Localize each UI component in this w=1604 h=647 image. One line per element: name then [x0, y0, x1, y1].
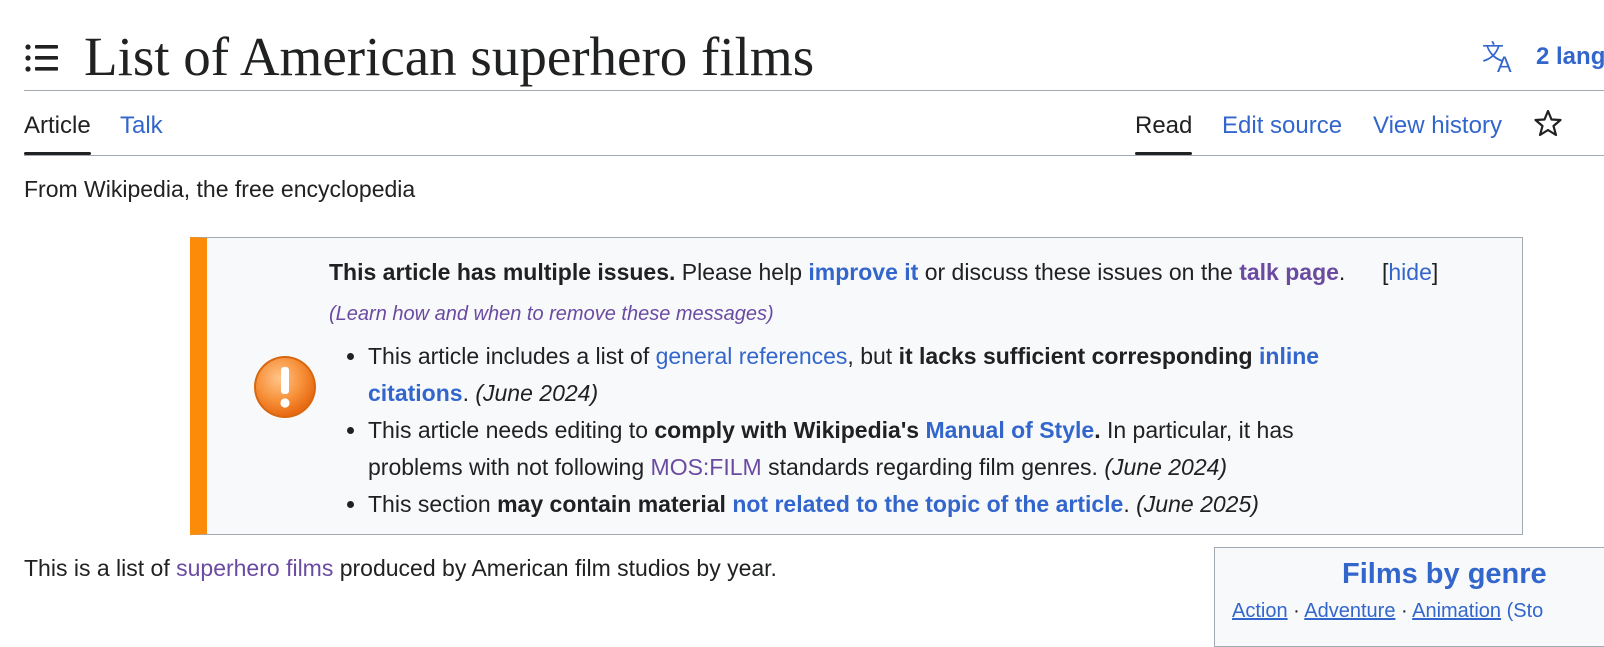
genre-box-title[interactable]: Films by genre: [1342, 558, 1547, 591]
separator: ·: [1287, 600, 1305, 622]
issues-intro-bold: This article has multiple issues.: [329, 259, 676, 285]
general-references-link[interactable]: general references: [656, 343, 848, 369]
issue-bold: may contain material: [497, 491, 726, 517]
mos-film-link[interactable]: MOS:FILM: [651, 454, 762, 480]
language-selector[interactable]: 文 A 2 lang: [1482, 38, 1604, 77]
issues-intro-text: .: [1338, 259, 1346, 285]
issue-text: This article includes a list of: [368, 343, 656, 369]
tab-read[interactable]: Read: [1135, 110, 1193, 155]
intro-text: produced by American film studios by yea…: [333, 555, 777, 581]
language-translate-icon: 文 A: [1482, 38, 1520, 77]
genre-link-partial[interactable]: (Sto: [1501, 600, 1544, 622]
issue-date: (June 2024): [1104, 454, 1228, 480]
issue-text: standards regarding film genres.: [761, 454, 1105, 480]
learn-how-link[interactable]: (Learn how and when to remove these mess…: [329, 303, 774, 325]
films-by-genre-box: Films by genre Action · Adventure · Anim…: [1214, 547, 1604, 647]
issue-text: .: [462, 380, 476, 406]
issue-text: .: [1123, 491, 1137, 517]
page-title: List of American superhero films: [84, 26, 815, 87]
issues-intro: This article has multiple issues. Please…: [329, 252, 1379, 334]
genre-link-adventure[interactable]: Adventure: [1304, 600, 1395, 622]
intro-text: This is a list of: [24, 555, 177, 581]
intro-paragraph: This is a list of superhero films produc…: [24, 553, 777, 583]
issue-item: This article needs editing to comply wit…: [368, 412, 1379, 486]
manual-of-style-link[interactable]: Manual of Style: [925, 417, 1094, 443]
issue-text: This article needs editing to: [368, 417, 655, 443]
tab-article[interactable]: Article: [24, 110, 91, 155]
tab-view-history[interactable]: View history: [1373, 110, 1502, 142]
genre-links: Action · Adventure · Animation (Sto: [1232, 600, 1543, 623]
star-icon[interactable]: [1533, 108, 1563, 138]
genre-link-action[interactable]: Action: [1232, 600, 1288, 622]
issue-bold: it lacks sufficient corresponding: [898, 343, 1253, 369]
issues-intro-text: Please help: [675, 259, 809, 285]
tab-edit-source[interactable]: Edit source: [1222, 110, 1342, 142]
genre-link-animation[interactable]: Animation: [1412, 600, 1501, 622]
issue-item: This article includes a list of general …: [368, 338, 1379, 412]
tab-talk[interactable]: Talk: [120, 110, 163, 142]
issue-text: , but: [847, 343, 899, 369]
issue-bold: comply with Wikipedia's: [654, 417, 920, 443]
issues-list: This article includes a list of general …: [329, 338, 1379, 523]
bracket: ]: [1431, 259, 1439, 285]
issue-text: This section: [368, 491, 498, 517]
hide-toggle: [hide]: [1382, 252, 1438, 292]
issue-item: This section may contain material not re…: [368, 486, 1379, 523]
issues-content: This article has multiple issues. Please…: [329, 252, 1379, 523]
svg-text:A: A: [1497, 52, 1512, 76]
site-tagline: From Wikipedia, the free encyclopedia: [24, 176, 416, 202]
issue-date: (June 2025): [1136, 491, 1259, 517]
separator: ·: [1395, 600, 1413, 622]
issue-date: (June 2024): [475, 380, 599, 406]
warning-exclamation-icon: [252, 354, 318, 420]
not-related-topic-link[interactable]: not related to the topic of the article: [732, 491, 1123, 517]
talk-page-link[interactable]: talk page: [1239, 259, 1339, 285]
title-divider: [24, 90, 1604, 91]
tabs-divider: [24, 155, 1604, 156]
issues-intro-text: or discuss these issues on the: [918, 259, 1240, 285]
superhero-films-link[interactable]: superhero films: [176, 555, 333, 581]
toc-list-icon[interactable]: [24, 40, 60, 76]
improve-link[interactable]: improve it: [808, 259, 918, 285]
hide-button[interactable]: hide: [1388, 259, 1431, 285]
multiple-issues-box: This article has multiple issues. Please…: [190, 237, 1523, 535]
languages-button-label[interactable]: 2 lang: [1536, 43, 1604, 71]
